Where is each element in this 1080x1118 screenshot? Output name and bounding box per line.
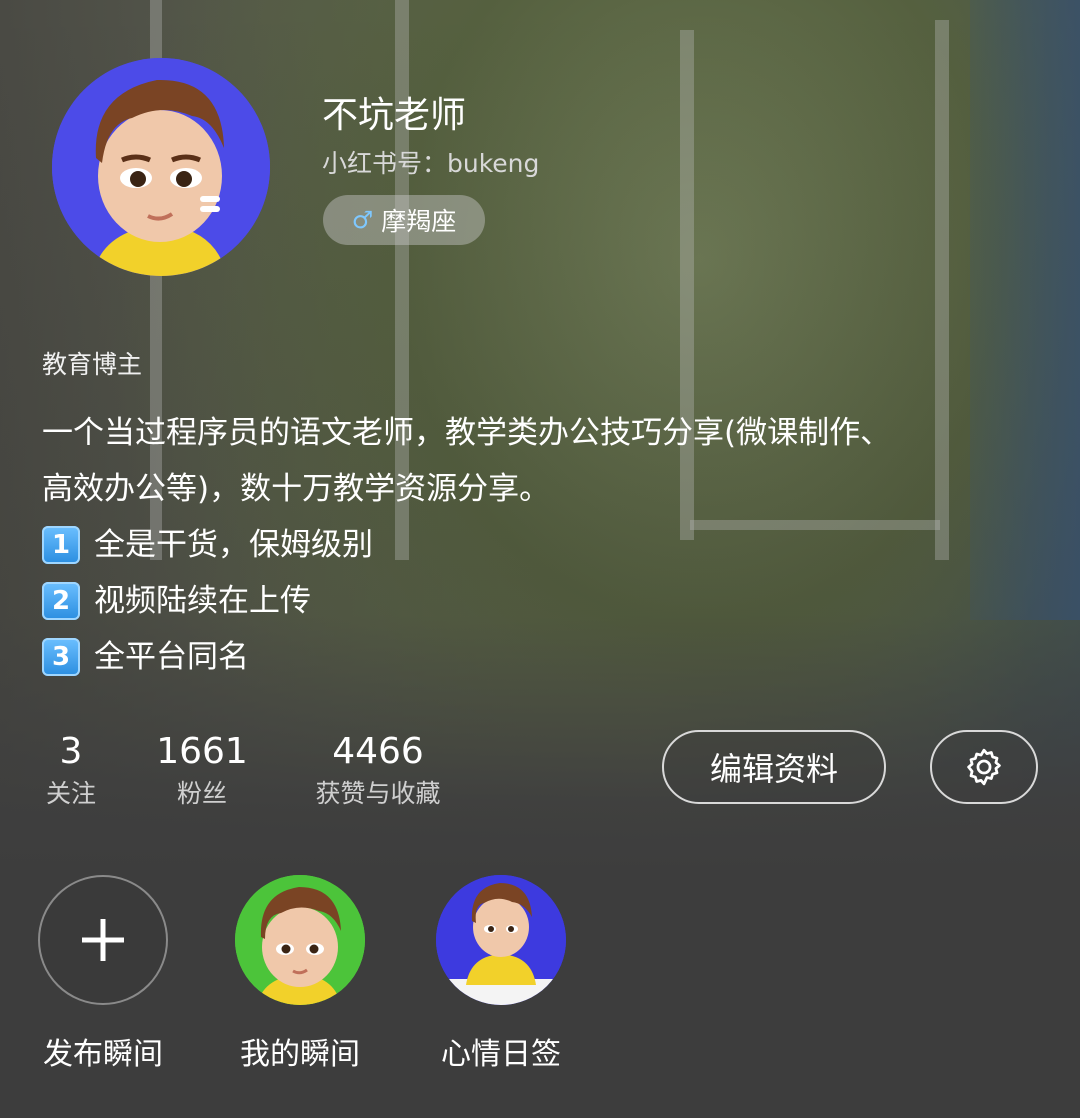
profile-account-id: 小红书号：bukeng bbox=[322, 149, 540, 178]
stat-likes-label: 获赞与收藏 bbox=[315, 779, 441, 808]
profile-category: 教育博主 bbox=[42, 350, 143, 379]
avatar-illustration bbox=[436, 875, 566, 1005]
stat-following[interactable]: 3 关注 bbox=[40, 730, 102, 814]
publish-moment-button[interactable] bbox=[38, 875, 168, 1005]
number-badge-icon: 2 bbox=[42, 582, 80, 620]
moment-publish[interactable]: 发布瞬间 bbox=[3, 875, 203, 1073]
moment-label: 发布瞬间 bbox=[43, 1037, 163, 1072]
bio-line: 一个当过程序员的语文老师，教学类办公技巧分享(微课制作、 bbox=[42, 415, 892, 451]
stat-following-value: 3 bbox=[59, 731, 83, 772]
moment-label: 我的瞬间 bbox=[240, 1037, 360, 1072]
number-badge-icon: 3 bbox=[42, 638, 80, 676]
settings-button[interactable] bbox=[930, 730, 1038, 804]
edit-profile-button[interactable]: 编辑资料 bbox=[662, 730, 886, 804]
mood-sign-thumbnail[interactable] bbox=[436, 875, 566, 1005]
avatar-illustration bbox=[235, 875, 365, 1005]
stat-likes[interactable]: 4466 获赞与收藏 bbox=[298, 730, 458, 814]
profile-nickname: 不坑老师 bbox=[322, 95, 467, 136]
avatar-illustration bbox=[52, 58, 270, 276]
plus-icon bbox=[82, 919, 124, 961]
moment-mine[interactable]: 我的瞬间 bbox=[200, 875, 400, 1073]
gear-icon bbox=[967, 748, 1001, 786]
moment-mood[interactable]: 心情日签 bbox=[401, 875, 601, 1073]
zodiac-badge: ♂ 摩羯座 bbox=[323, 195, 485, 245]
bio-item: 1 全是干货，保姆级别 bbox=[42, 517, 1042, 573]
zodiac-label: 摩羯座 bbox=[381, 207, 457, 236]
stat-followers[interactable]: 1661 粉丝 bbox=[152, 730, 252, 814]
stat-followers-value: 1661 bbox=[156, 731, 248, 772]
stat-followers-label: 粉丝 bbox=[176, 779, 227, 808]
profile-bio: 一个当过程序员的语文老师，教学类办公技巧分享(微课制作、 高效办公等)，数十万教… bbox=[42, 405, 1042, 685]
number-badge-icon: 1 bbox=[42, 526, 80, 564]
bio-item: 2 视频陆续在上传 bbox=[42, 573, 1042, 629]
bio-item-text: 视频陆续在上传 bbox=[94, 583, 311, 619]
bio-item-text: 全是干货，保姆级别 bbox=[94, 527, 373, 563]
moment-label: 心情日签 bbox=[441, 1037, 561, 1072]
my-moment-thumbnail[interactable] bbox=[235, 875, 365, 1005]
bio-line: 高效办公等)，数十万教学资源分享。 bbox=[42, 471, 551, 507]
bio-item: 3 全平台同名 bbox=[42, 629, 1042, 685]
stat-likes-value: 4466 bbox=[332, 731, 424, 772]
profile-avatar[interactable] bbox=[52, 58, 270, 276]
stat-following-label: 关注 bbox=[45, 779, 96, 808]
bio-item-text: 全平台同名 bbox=[94, 639, 249, 675]
male-symbol-icon: ♂ bbox=[351, 206, 374, 234]
